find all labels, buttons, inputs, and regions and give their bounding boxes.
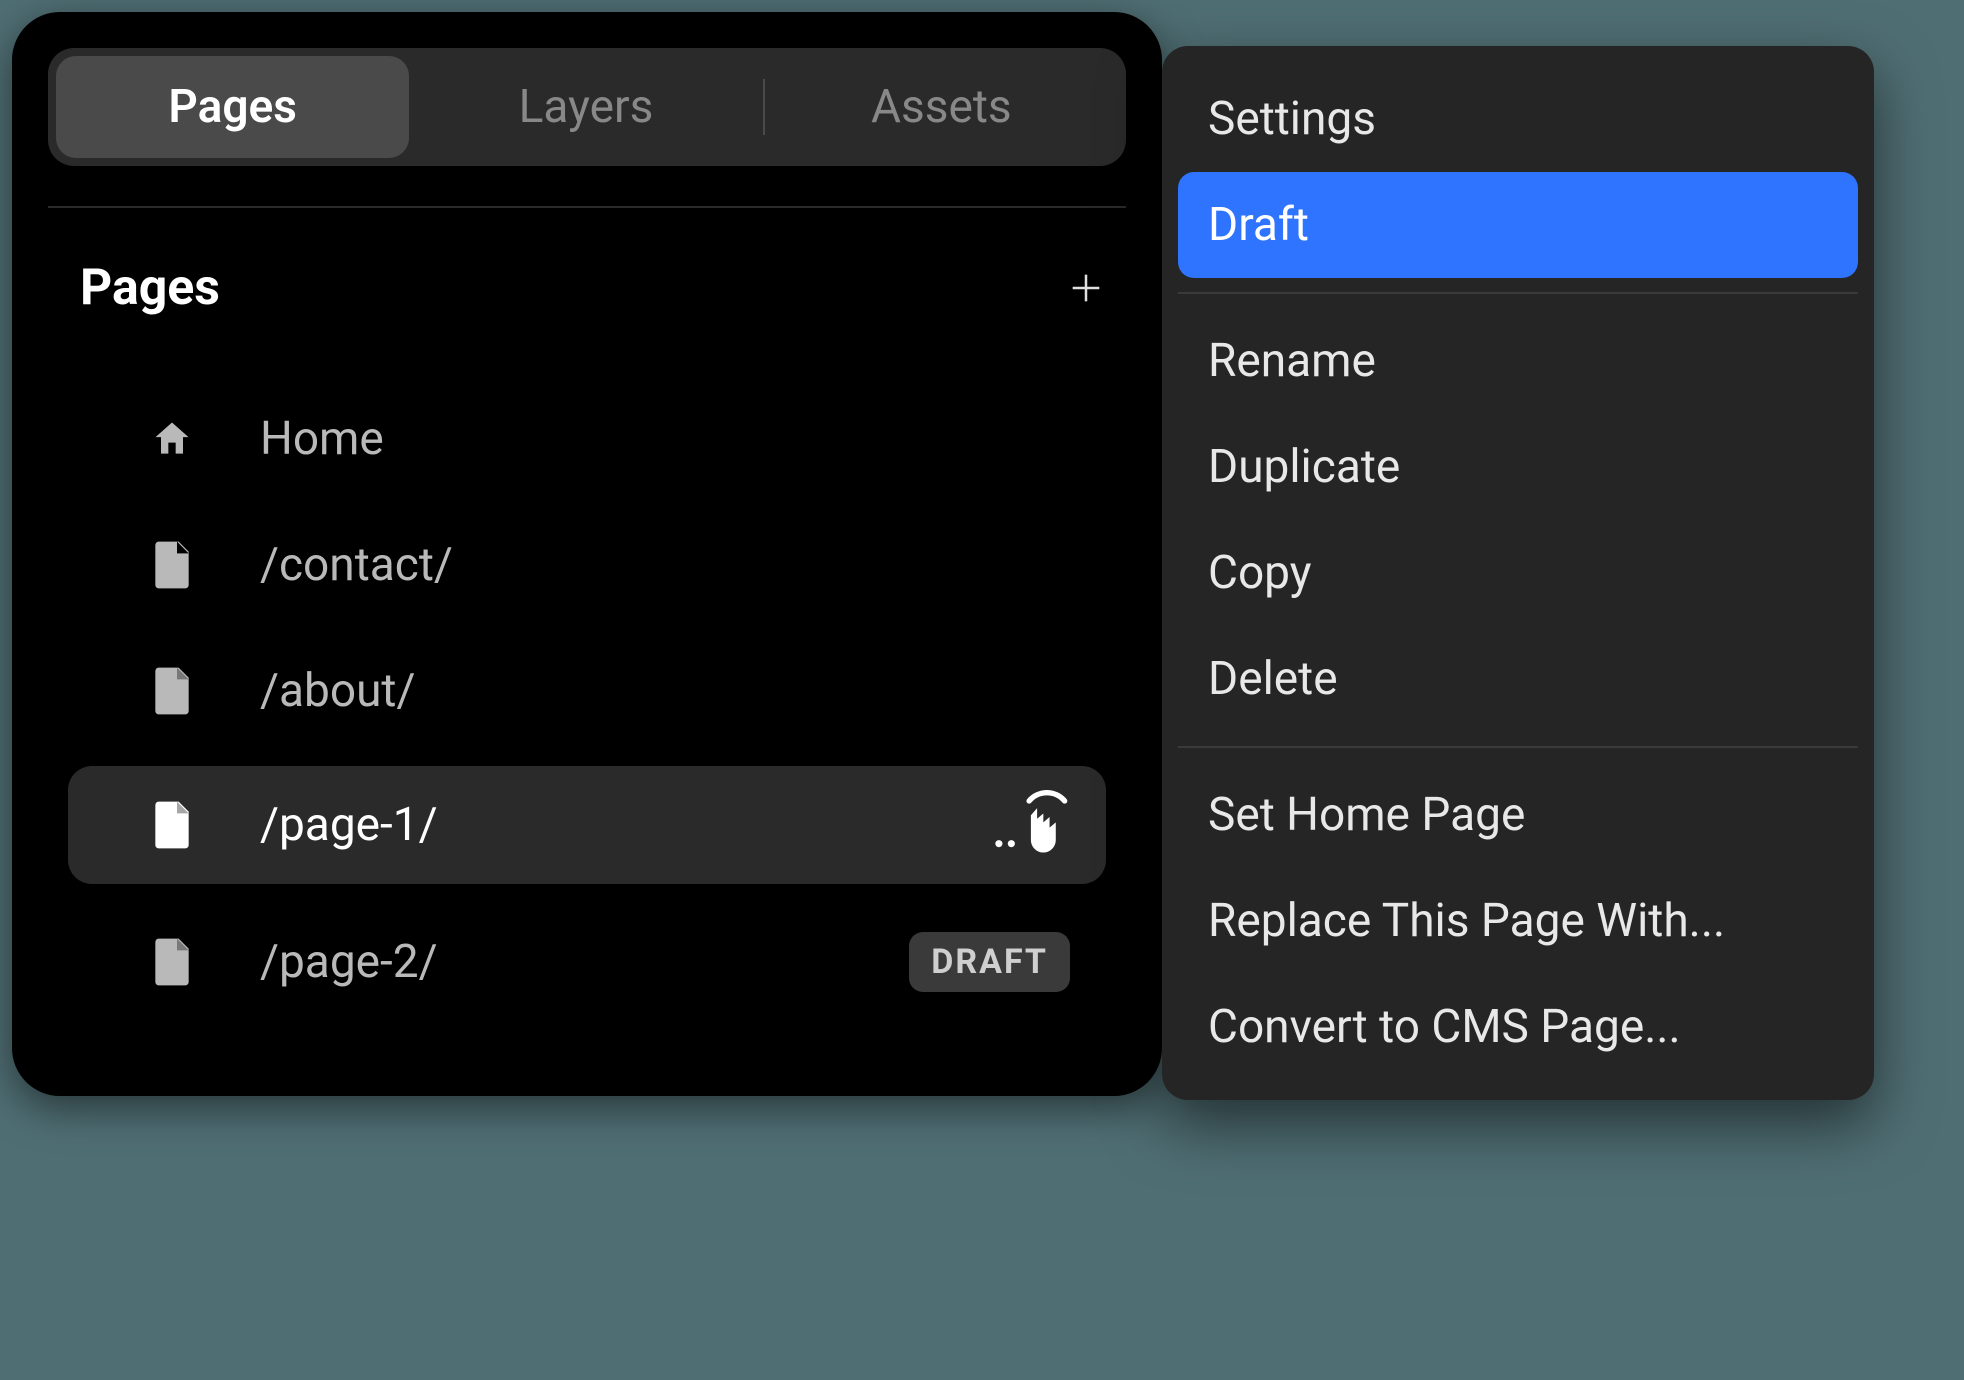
page-item-label: /contact/ — [260, 538, 1070, 592]
page-item-label: Home — [260, 412, 1070, 466]
menu-item-copy[interactable]: Copy — [1178, 520, 1858, 626]
page-item-about[interactable]: /about/ — [68, 640, 1106, 742]
menu-item-settings[interactable]: Settings — [1178, 66, 1858, 172]
panel-tabs: Pages Layers Assets — [48, 48, 1126, 166]
plus-icon — [1066, 258, 1106, 318]
page-icon — [148, 938, 196, 986]
menu-separator — [1178, 292, 1858, 294]
right-click-cursor-icon — [990, 790, 1070, 860]
page-item-home[interactable]: Home — [68, 388, 1106, 490]
tab-layers[interactable]: Layers — [409, 56, 762, 158]
menu-item-set-home-page[interactable]: Set Home Page — [1178, 762, 1858, 868]
page-icon — [148, 667, 196, 715]
pages-panel: Pages Layers Assets Pages Home /contact/ — [12, 12, 1162, 1096]
page-icon — [148, 541, 196, 589]
menu-item-draft[interactable]: Draft — [1178, 172, 1858, 278]
page-item-label: /about/ — [260, 664, 1070, 718]
page-item-page-1[interactable]: /page-1/ — [68, 766, 1106, 884]
tab-pages[interactable]: Pages — [56, 56, 409, 158]
page-item-page-2[interactable]: /page-2/ DRAFT — [68, 908, 1106, 1016]
menu-item-replace-page[interactable]: Replace This Page With... — [1178, 868, 1858, 974]
page-icon — [148, 801, 196, 849]
context-menu: Settings Draft Rename Duplicate Copy Del… — [1162, 46, 1874, 1100]
home-icon — [148, 417, 196, 461]
page-item-contact[interactable]: /contact/ — [68, 514, 1106, 616]
divider — [48, 206, 1126, 208]
section-title: Pages — [80, 259, 220, 317]
menu-item-delete[interactable]: Delete — [1178, 626, 1858, 732]
menu-separator — [1178, 746, 1858, 748]
page-item-label: /page-1/ — [260, 798, 990, 852]
page-list: Home /contact/ /about/ /page-1/ — [48, 388, 1126, 1060]
menu-item-duplicate[interactable]: Duplicate — [1178, 414, 1858, 520]
draft-badge: DRAFT — [909, 932, 1070, 992]
menu-item-convert-cms[interactable]: Convert to CMS Page... — [1178, 974, 1858, 1080]
page-item-label: /page-2/ — [260, 935, 909, 989]
pages-section-header: Pages — [48, 258, 1126, 318]
tab-assets[interactable]: Assets — [765, 56, 1118, 158]
menu-item-rename[interactable]: Rename — [1178, 308, 1858, 414]
add-page-button[interactable] — [1056, 258, 1116, 318]
